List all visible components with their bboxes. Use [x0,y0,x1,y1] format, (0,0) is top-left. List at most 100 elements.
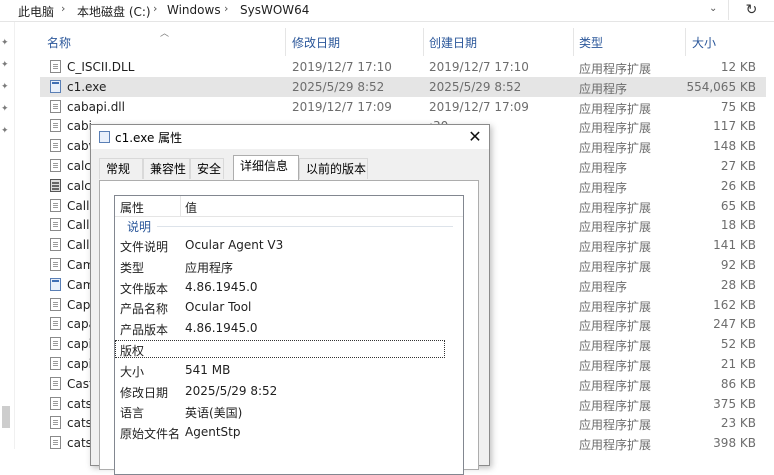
breadcrumb-separator-icon[interactable]: › [224,2,228,15]
property-list-header: 属性 值 [115,196,463,217]
file-created: 2019/12/7 17:09 [429,99,529,114]
file-type: 应用程序 [579,279,628,294]
dialog-titlebar[interactable]: c1.exe 属性 ✕ [91,125,489,149]
property-row[interactable]: 文件说明 Ocular Agent V3 [115,236,463,256]
dialog-title: c1.exe 属性 [115,131,183,145]
property-key: 语言 [120,406,145,421]
column-divider[interactable] [423,28,424,56]
tab-compatibility[interactable]: 兼容性 [143,158,190,179]
file-created: 2025/5/29 8:52 [429,79,522,94]
file-size: 162 KB [713,297,756,312]
column-header-value[interactable]: 值 [185,199,197,216]
file-row[interactable]: C_ISCII.DLL 2019/12/7 17:10 2019/12/7 17:1… [40,57,766,77]
file-type: 应用程序扩展 [579,121,652,136]
column-header-name[interactable]: 名称 [47,34,71,56]
file-row[interactable]: c1.exe 2025/5/29 8:52 2025/5/29 8:52 应用程序 55… [40,76,766,97]
file-size: 375 KB [713,396,756,411]
column-header-modified[interactable]: 修改日期 [292,34,340,56]
file-size: 23 KB [720,416,756,431]
property-key: 原始文件名 [120,427,181,442]
property-value: 2025/5/29 8:52 [185,383,278,398]
column-header-property[interactable]: 属性 [120,199,144,216]
chevron-down-icon[interactable]: ⌄ [709,3,717,14]
file-size: 12 KB [720,60,756,74]
file-name[interactable]: c1.exe [67,80,106,94]
breadcrumb-windows[interactable]: Windows [167,3,221,17]
property-value: Ocular Tool [185,300,252,315]
property-row[interactable]: 类型 应用程序 [115,257,463,277]
file-size: 86 KB [720,376,756,391]
file-created: 2019/12/7 17:10 [429,60,529,74]
address-bar[interactable]: 此电脑 › 本地磁盘 (C:) › Windows › SysWOW64 ⌄ ↻ [0,0,774,22]
file-size: 148 KB [713,139,756,154]
dll-file-icon [50,297,61,311]
close-icon[interactable]: ✕ [461,125,489,149]
breadcrumb-separator-icon[interactable]: › [153,2,157,15]
tab-previous-versions[interactable]: 以前的版本 [299,158,368,179]
file-name[interactable]: cabi [67,119,92,133]
property-value: 英语(美国) [185,406,243,421]
property-value: 4.86.1945.0 [185,321,258,336]
file-name[interactable]: C_ISCII.DLL [67,60,134,74]
property-key: 修改日期 [120,385,169,400]
property-row[interactable]: 产品名称 Ocular Tool [115,298,463,318]
file-size: 26 KB [720,178,756,193]
breadcrumb-separator-icon[interactable]: › [61,2,65,15]
property-row[interactable]: 修改日期 2025/5/29 8:52 [115,382,463,402]
column-divider[interactable] [180,196,181,216]
property-row[interactable]: 版权 [115,340,463,360]
exe-file-icon [50,79,61,93]
calculator-icon [50,178,61,192]
file-name[interactable]: cabapi.dll [67,100,125,114]
breadcrumb-syswow64[interactable]: SysWOW64 [240,3,309,17]
column-divider[interactable] [573,28,574,56]
file-size: 75 KB [720,99,756,114]
column-header-size[interactable]: 大小 [692,34,716,56]
property-row[interactable]: 文件版本 4.86.1945.0 [115,278,463,298]
dll-file-icon [50,139,61,153]
property-list[interactable]: 属性 值 说明 文件说明 Ocular Agent V3 类型 应用程序 文件版本 4.8… [114,195,464,475]
breadcrumb-local-disk[interactable]: 本地磁盘 (C:) [77,3,151,20]
properties-dialog: c1.exe 属性 ✕ 常规 兼容性 安全 详细信息 以前的版本 属性 值 说明… [90,124,490,475]
file-type: 应用程序扩展 [579,220,652,235]
file-name[interactable]: calc [67,159,91,173]
file-name[interactable]: capi [67,357,92,371]
property-row[interactable]: 大小 541 MB [115,361,463,381]
file-size: 27 KB [720,159,756,173]
refresh-icon[interactable]: ↻ [728,0,774,20]
file-type: 应用程序扩展 [579,240,652,255]
property-key: 文件版本 [120,281,169,296]
column-header-created[interactable]: 创建日期 [429,34,477,56]
property-row[interactable]: 产品版本 4.86.1945.0 [115,319,463,339]
pin-icon: ✦ [1,104,9,114]
pin-icon: ✦ [1,60,9,70]
tab-security[interactable]: 安全 [190,158,224,179]
sort-ascending-icon: ︿ [160,29,170,39]
property-row[interactable]: 原始文件名 AgentStp [115,423,463,443]
file-size: 117 KB [713,119,756,134]
property-value: 应用程序 [185,260,234,275]
column-divider[interactable] [285,28,286,56]
tab-details[interactable]: 详细信息 [233,155,299,180]
file-type: 应用程序 [579,180,628,195]
column-header-type[interactable]: 类型 [579,34,603,56]
exe-file-icon [50,277,61,291]
property-key: 产品版本 [120,323,169,338]
property-key: 版权 [120,344,145,358]
file-row[interactable]: cabapi.dll 2019/12/7 17:09 2019/12/7 17:09… [40,97,766,117]
file-name[interactable]: capi [67,337,92,351]
nav-scrollbar-thumb[interactable] [2,406,10,428]
dll-file-icon [50,436,61,450]
file-size: 247 KB [713,317,756,332]
column-divider[interactable] [685,28,686,56]
group-description: 说明 [127,220,152,234]
file-type: 应用程序扩展 [579,438,652,453]
file-type: 应用程序 [579,161,628,175]
breadcrumb-this-pc[interactable]: 此电脑 [18,3,54,20]
pin-icon: ✦ [1,38,9,48]
file-size: 52 KB [720,337,756,352]
tab-general[interactable]: 常规 [99,158,143,179]
property-row[interactable]: 语言 英语(美国) [115,402,463,422]
dll-file-icon [50,396,61,410]
file-type: 应用程序扩展 [579,319,652,334]
